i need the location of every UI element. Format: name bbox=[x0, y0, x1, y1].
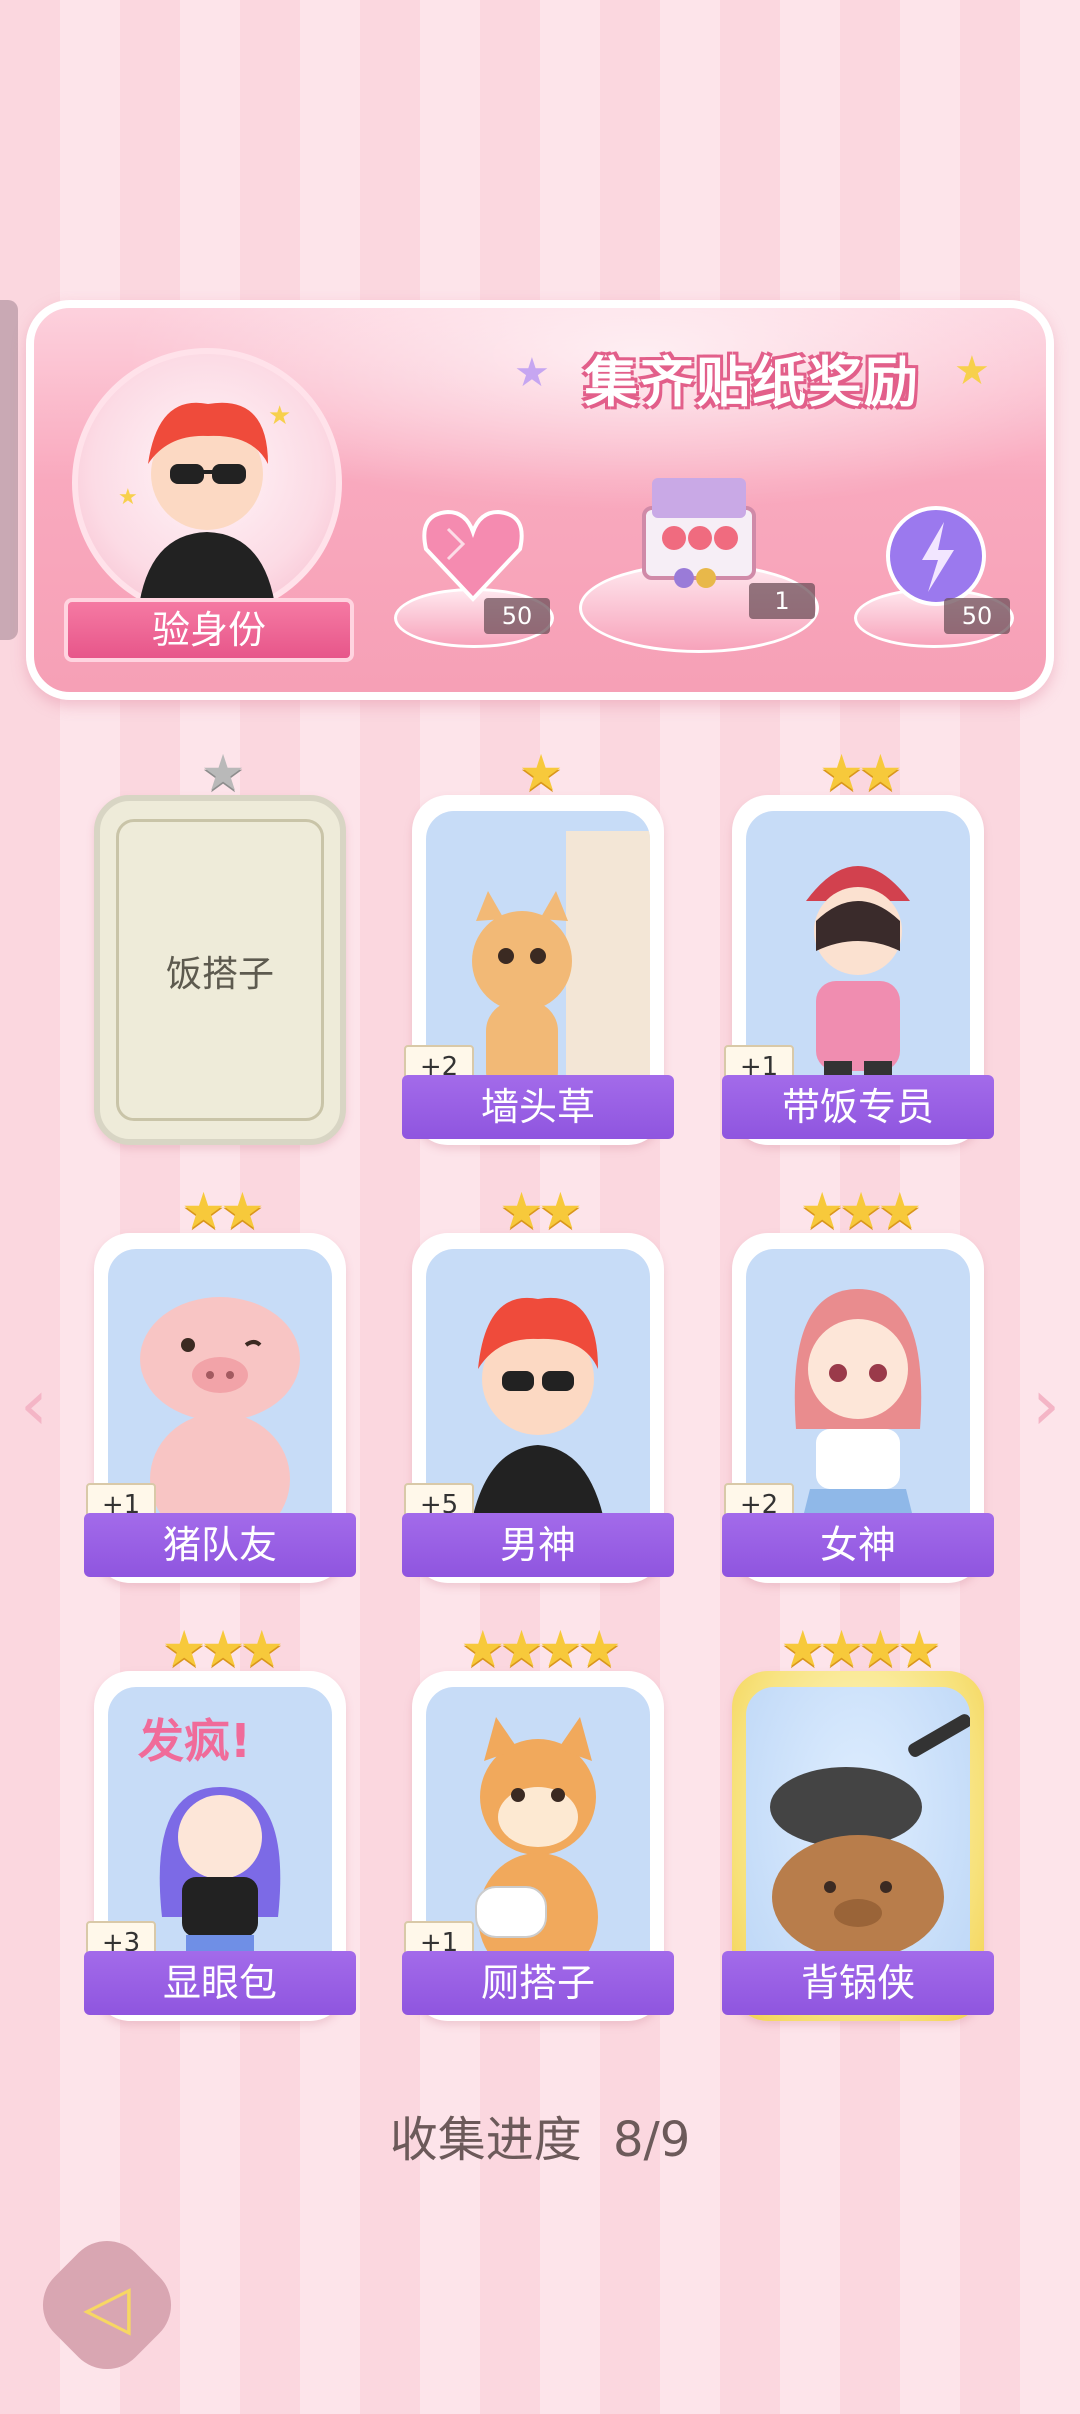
verify-identity-button[interactable]: 验身份 bbox=[64, 598, 354, 662]
card-name: 带饭专员 bbox=[722, 1075, 994, 1139]
star-rating: ★ bbox=[518, 744, 564, 802]
pink-heart-gem-icon[interactable] bbox=[418, 504, 528, 604]
sticker-card-qiangtoucao[interactable]: +2 墙头草 ★ bbox=[402, 747, 674, 1145]
svg-text:★: ★ bbox=[118, 485, 138, 510]
star-rating: ★★ bbox=[499, 1182, 583, 1240]
card-name: 饭搭子 bbox=[165, 954, 274, 995]
purple-energy-orb-icon[interactable] bbox=[884, 504, 988, 608]
collect-reward-banner: ★ 集齐贴纸奖励 ★ ★ ★ 验身份 50 1 50 bbox=[26, 300, 1054, 700]
star-rating: ★★★ bbox=[799, 1182, 922, 1240]
card-name: 女神 bbox=[722, 1513, 994, 1577]
card-name: 墙头草 bbox=[402, 1075, 674, 1139]
back-arrow-icon[interactable]: ◁ bbox=[62, 2262, 152, 2352]
avatar: ★ ★ bbox=[72, 348, 342, 618]
banner-title: 集齐贴纸奖励 bbox=[584, 351, 920, 414]
next-page-arrow-icon[interactable]: › bbox=[1026, 1370, 1066, 1440]
star-rating: ★★★★ bbox=[460, 1620, 621, 1678]
sticker-card-zhuduiyou[interactable]: +1 猪队友 ★★ bbox=[84, 1185, 356, 1583]
reward-count: 1 bbox=[749, 583, 815, 619]
sticker-card-nvshen[interactable]: +2 女神 ★★★ bbox=[722, 1185, 994, 1583]
previous-page-arrow-icon[interactable]: ‹ bbox=[14, 1370, 54, 1440]
sticker-card-daifanzhuanyuan[interactable]: +1 带饭专员 ★★ bbox=[722, 747, 994, 1145]
sticker-card-beiguoxia[interactable]: 背锅侠 ★★★★ bbox=[722, 1623, 994, 2021]
star-icon: ★ bbox=[514, 350, 550, 396]
card-name: 猪队友 bbox=[84, 1513, 356, 1577]
side-tab-handle[interactable] bbox=[0, 300, 18, 640]
svg-text:发疯!: 发疯! bbox=[138, 1714, 251, 1768]
star-rating: ★★★ bbox=[161, 1620, 284, 1678]
progress-label: 收集进度 bbox=[389, 2112, 582, 2168]
card-name: 厕搭子 bbox=[402, 1951, 674, 2015]
progress-value: 8/9 bbox=[613, 2112, 691, 2168]
sticker-card-cedazi[interactable]: +1 厕搭子 ★★★★ bbox=[402, 1623, 674, 2021]
star-rating: ★★★★ bbox=[780, 1620, 941, 1678]
star-rating: ★★ bbox=[819, 744, 903, 802]
sticker-card-xianyanbao[interactable]: 发疯! +3 显眼包 ★★★ bbox=[84, 1623, 356, 2021]
reward-count: 50 bbox=[944, 598, 1010, 634]
card-name: 显眼包 bbox=[84, 1951, 356, 2015]
card-name: 背锅侠 bbox=[722, 1951, 994, 2015]
star-rating: ★★ bbox=[181, 1182, 265, 1240]
card-name: 男神 bbox=[402, 1513, 674, 1577]
svg-text:★: ★ bbox=[268, 401, 291, 431]
star-rating: ★ bbox=[200, 744, 246, 802]
gift-box-icon[interactable] bbox=[634, 468, 764, 588]
sticker-card-fandazi[interactable]: 饭搭子 ★ bbox=[94, 747, 346, 1145]
collection-progress: 收集进度 8/9 bbox=[0, 2100, 1080, 2170]
star-icon: ★ bbox=[954, 348, 990, 394]
reward-count: 50 bbox=[484, 598, 550, 634]
sticker-card-nanshen[interactable]: +5 男神 ★★ bbox=[402, 1185, 674, 1583]
